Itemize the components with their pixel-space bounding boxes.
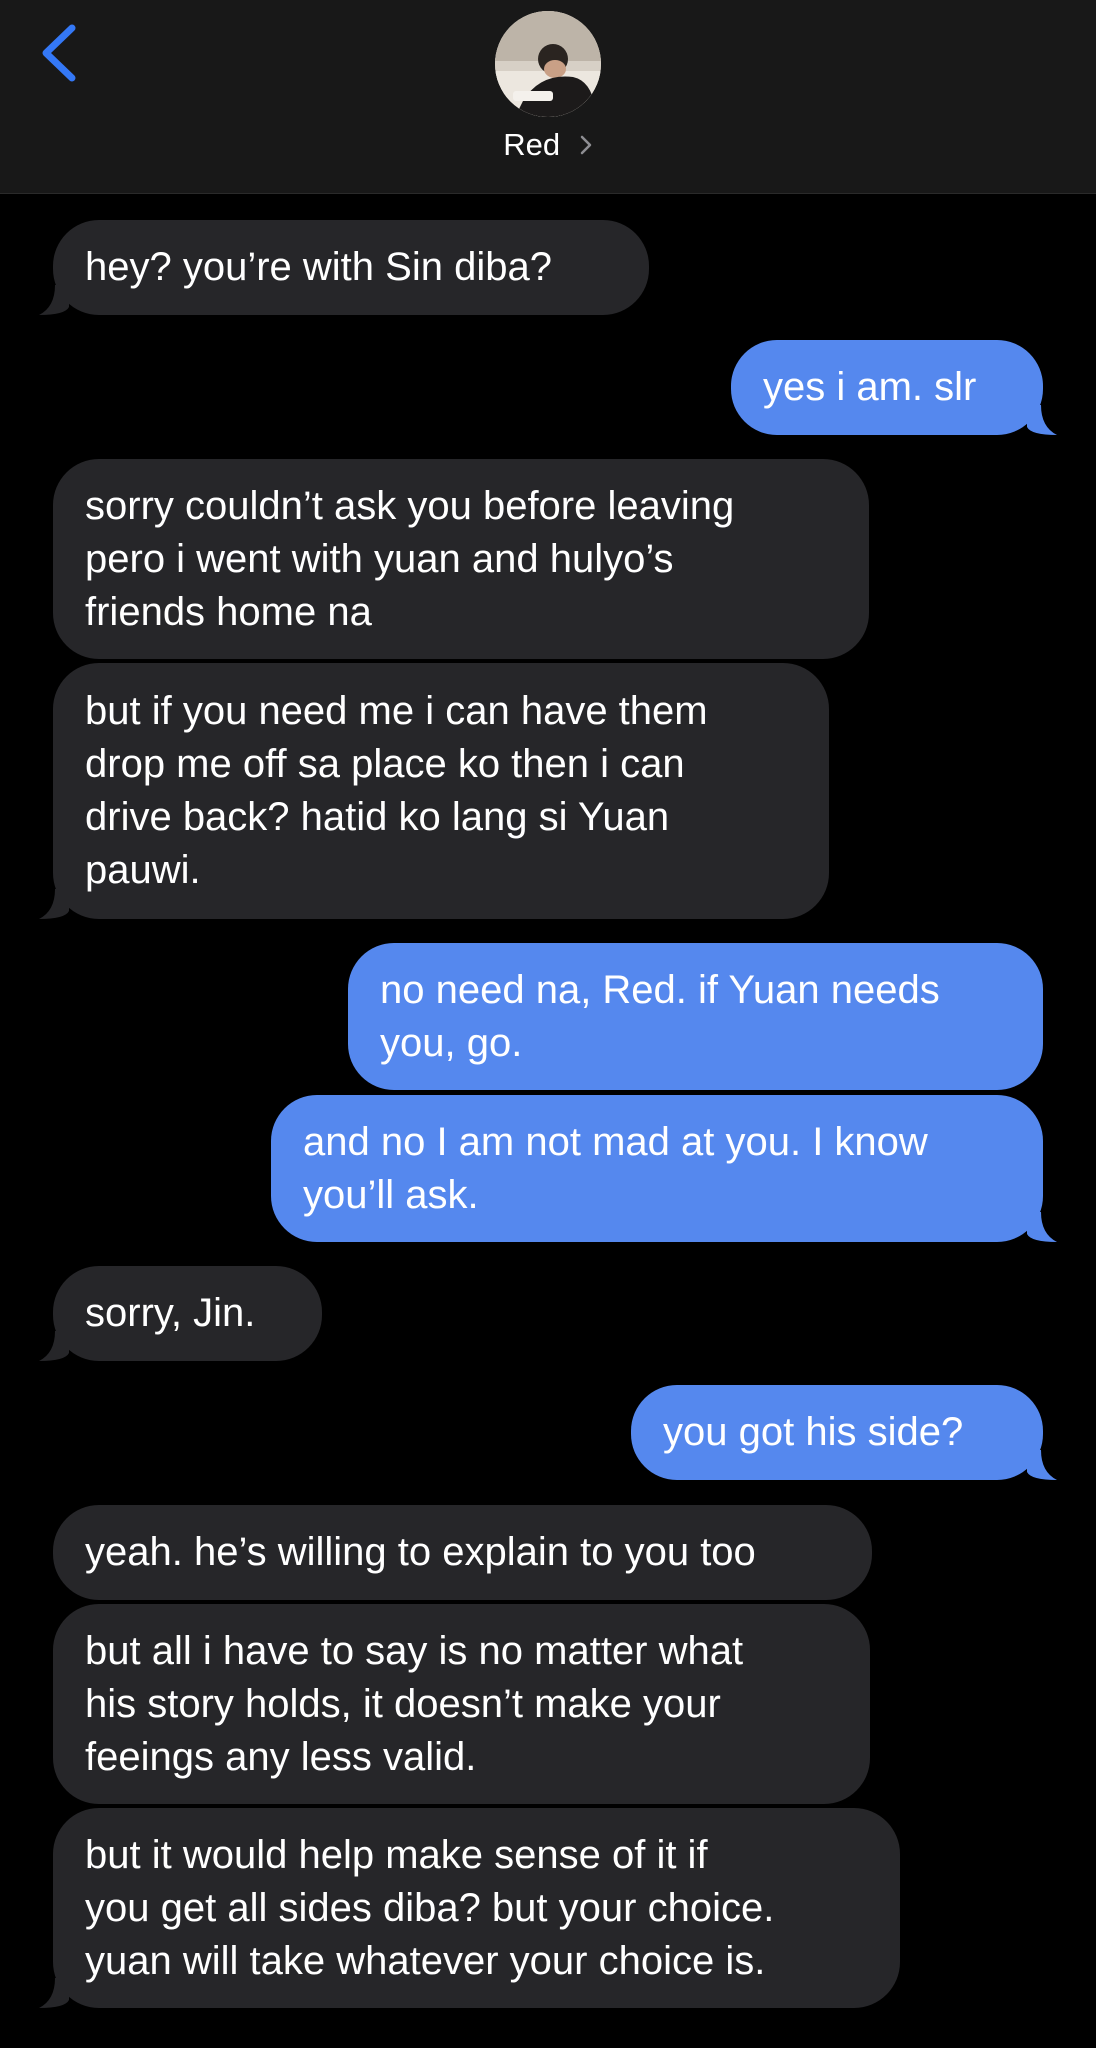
bubble-tail xyxy=(1027,405,1057,435)
message-text: no need na, Red. if Yuan needs you, go. xyxy=(380,967,940,1065)
message-bubble-incoming[interactable]: hey? you’re with Sin diba? xyxy=(39,220,649,315)
bubble-tail xyxy=(39,285,69,315)
avatar-photo xyxy=(495,11,601,117)
message-bubble-incoming[interactable]: sorry couldn’t ask you before leaving pe… xyxy=(53,459,869,659)
message-text: yeah. he’s willing to explain to you too xyxy=(85,1530,756,1574)
bubble-tail xyxy=(39,1331,69,1361)
message-text: but it would help make sense of it if yo… xyxy=(85,1832,775,1983)
contact-avatar[interactable] xyxy=(495,11,601,117)
message-bubble-incoming[interactable]: but it would help make sense of it if yo… xyxy=(39,1808,900,2008)
bubble-tail xyxy=(1027,1450,1057,1480)
contact-name-button[interactable]: Red xyxy=(0,122,1096,168)
message-text: but if you need me i can have them drop … xyxy=(85,689,708,892)
conversation-header: Red xyxy=(0,0,1096,194)
message-bubble-outgoing[interactable]: you got his side? xyxy=(631,1385,1057,1480)
message-bubble-incoming[interactable]: yeah. he’s willing to explain to you too xyxy=(53,1505,872,1600)
message-bubble-outgoing[interactable]: yes i am. slr xyxy=(731,340,1057,435)
back-button[interactable] xyxy=(36,20,86,90)
message-bubble-outgoing[interactable]: no need na, Red. if Yuan needs you, go. xyxy=(348,943,1043,1090)
bubble-tail xyxy=(39,889,69,919)
message-text: and no I am not mad at you. I know you’l… xyxy=(303,1119,928,1217)
contact-name: Red xyxy=(503,127,561,162)
message-text: yes i am. slr xyxy=(763,365,977,409)
bubble-tail xyxy=(1027,1212,1057,1242)
bubble-tail xyxy=(39,1978,69,2008)
message-bubble-incoming[interactable]: but all i have to say is no matter what … xyxy=(53,1604,870,1804)
message-text: hey? you’re with Sin diba? xyxy=(85,245,552,289)
message-text: sorry couldn’t ask you before leaving pe… xyxy=(85,483,735,634)
message-bubble-incoming[interactable]: sorry, Jin. xyxy=(39,1266,322,1361)
chevron-right-icon xyxy=(580,135,591,155)
message-text: you got his side? xyxy=(663,1410,964,1454)
message-text: but all i have to say is no matter what … xyxy=(85,1628,744,1779)
message-text: sorry, Jin. xyxy=(85,1291,256,1335)
message-bubble-incoming[interactable]: but if you need me i can have them drop … xyxy=(39,663,829,919)
message-bubble-outgoing[interactable]: and no I am not mad at you. I know you’l… xyxy=(271,1095,1057,1242)
chevron-left-icon xyxy=(42,24,76,82)
